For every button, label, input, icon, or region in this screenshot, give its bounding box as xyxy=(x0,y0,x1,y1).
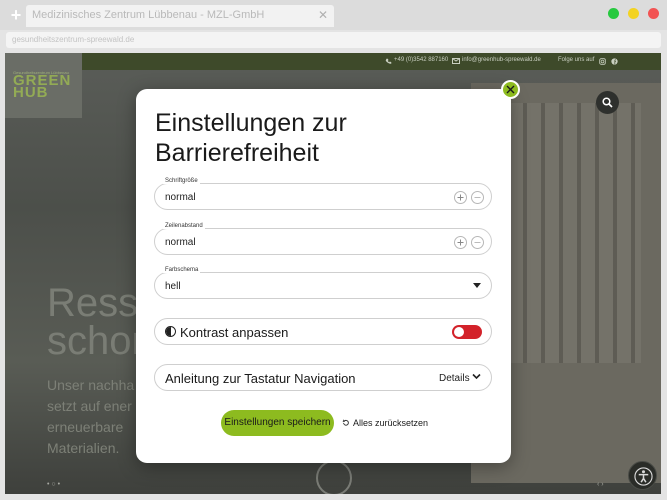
plus-icon xyxy=(457,239,464,246)
contrast-row[interactable]: Kontrast anpassen xyxy=(154,318,492,345)
minus-icon xyxy=(474,197,481,198)
phone-icon xyxy=(385,58,392,64)
keyboard-navigation-accordion[interactable]: Anleitung zur Tastatur Navigation Detail… xyxy=(154,364,492,391)
close-tab-icon[interactable]: ✕ xyxy=(318,8,328,22)
search-icon xyxy=(602,97,613,108)
close-dialog-button[interactable] xyxy=(501,80,520,99)
close-icon xyxy=(506,85,515,94)
line-height-field[interactable]: Zeilenabstand normal xyxy=(154,223,492,255)
contrast-label: Kontrast anpassen xyxy=(180,325,289,340)
chevron-down-icon xyxy=(472,373,481,380)
font-size-label: Schriftgröße xyxy=(163,178,200,184)
plus-icon xyxy=(457,194,464,201)
details-toggle[interactable]: Details xyxy=(439,373,470,384)
address-text: gesundheitszentrum-spreewald.de xyxy=(12,35,135,44)
search-button[interactable] xyxy=(596,91,619,114)
accessibility-icon xyxy=(634,467,653,486)
scroll-down-badge[interactable] xyxy=(316,460,352,494)
font-size-value: normal xyxy=(165,192,196,203)
minus-icon xyxy=(474,242,481,243)
maximize-dot[interactable] xyxy=(608,8,619,19)
tab-title: Medizinisches Zentrum Lübbenau - MZL-Gmb… xyxy=(32,9,265,21)
save-settings-button[interactable]: Einstellungen speichern xyxy=(221,410,334,436)
reset-icon xyxy=(342,419,349,426)
toggle-knob xyxy=(454,327,464,337)
accessibility-button[interactable] xyxy=(628,461,657,490)
line-height-decrease-button[interactable] xyxy=(471,236,484,249)
tab-bar: + Medizinisches Zentrum Lübbenau - MZL-G… xyxy=(0,0,667,30)
close-window-dot[interactable] xyxy=(648,8,659,19)
line-height-label: Zeilenabstand xyxy=(163,223,205,229)
minimize-dot[interactable] xyxy=(628,8,639,19)
color-scheme-label: Farbschema xyxy=(163,267,201,273)
site-logo[interactable]: Gesundheitszentrum Lübbenau GREEN HUB xyxy=(5,53,82,118)
new-tab-button[interactable]: + xyxy=(8,5,24,25)
keyboard-navigation-label: Anleitung zur Tastatur Navigation xyxy=(165,371,356,386)
reset-all-button[interactable]: Alles zurücksetzen xyxy=(353,418,428,428)
phone-number[interactable]: +49 (0)3542 887160 xyxy=(394,57,448,63)
contrast-toggle[interactable] xyxy=(452,325,482,339)
chevron-down-icon xyxy=(473,283,481,288)
line-height-value: normal xyxy=(165,237,196,248)
facebook-icon[interactable] xyxy=(611,58,618,65)
address-bar[interactable]: gesundheitszentrum-spreewald.de xyxy=(6,32,661,48)
email-address[interactable]: info@greenhub-spreewald.de xyxy=(462,57,541,63)
color-scheme-value: hell xyxy=(165,281,181,292)
color-scheme-select[interactable]: Farbschema hell xyxy=(154,267,492,299)
follow-label: Folge uns auf xyxy=(558,57,595,63)
contrast-icon xyxy=(165,326,176,337)
slider-arrows[interactable]: ‹ › xyxy=(597,481,604,488)
line-height-increase-button[interactable] xyxy=(454,236,467,249)
mail-icon xyxy=(452,58,460,64)
instagram-icon[interactable] xyxy=(599,58,606,65)
font-size-field[interactable]: Schriftgröße normal xyxy=(154,178,492,210)
site-topbar: +49 (0)3542 887160 info@greenhub-spreewa… xyxy=(5,53,661,70)
slider-dots[interactable]: • ○ • xyxy=(47,481,60,488)
logo-wordmark: GREEN HUB xyxy=(13,73,71,100)
browser-tab[interactable]: Medizinisches Zentrum Lübbenau - MZL-Gmb… xyxy=(26,5,334,27)
font-size-decrease-button[interactable] xyxy=(471,191,484,204)
accessibility-dialog: Einstellungen zur Barrierefreiheit Schri… xyxy=(136,89,511,463)
dialog-title: Einstellungen zur Barrierefreiheit xyxy=(155,109,347,167)
font-size-increase-button[interactable] xyxy=(454,191,467,204)
